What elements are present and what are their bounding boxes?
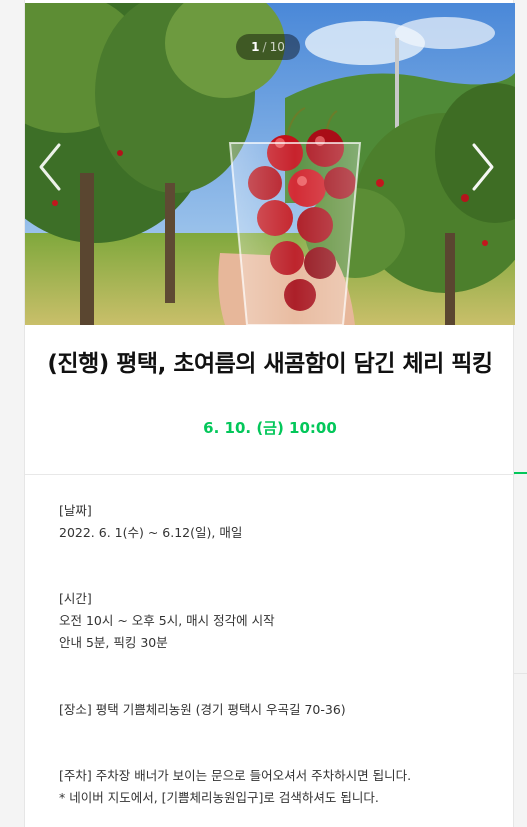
gallery-next-button[interactable] [462, 137, 502, 197]
event-title: (진행) 평택, 초여름의 새콤함이 담긴 체리 픽킹 [47, 351, 493, 377]
event-header: (진행) 평택, 초여름의 새콤함이 담긴 체리 픽킹 6. 10. (금) 1… [25, 325, 515, 475]
gallery-counter-separator: / [262, 40, 267, 54]
side-divider-line [514, 673, 527, 674]
time-line-2: 안내 5분, 픽킹 30분 [59, 635, 168, 650]
gallery-counter: 1/10 [236, 34, 300, 60]
gallery-prev-button[interactable] [31, 137, 71, 197]
parking-line-1: [주차] 주차장 배너가 보이는 문으로 들어오셔서 주차하시면 됩니다. [59, 768, 412, 783]
photo-gallery[interactable]: 1/10 [25, 3, 515, 325]
time-heading: [시간] [59, 591, 92, 606]
event-detail-card: 1/10 (진행) 평택, 초여름의 새콤함이 담긴 체리 픽킹 6. 10. … [24, 0, 515, 827]
chevron-right-icon [472, 143, 494, 191]
date-heading: [날짜] [59, 503, 92, 518]
gallery-total-count: 10 [269, 40, 285, 54]
parking-line-2: * 네이버 지도에서, [기쁨체리농원입구]로 검색하셔도 됩니다. [59, 790, 379, 805]
side-panel-edge [514, 0, 527, 827]
side-active-indicator [514, 472, 527, 474]
event-date: 6. 10. (금) 10:00 [203, 419, 337, 437]
date-value: 2022. 6. 1(수) ~ 6.12(일), 매일 [59, 525, 243, 540]
time-line-1: 오전 10시 ~ 오후 5시, 매시 정각에 시작 [59, 613, 275, 628]
gallery-current-index: 1 [251, 40, 260, 54]
place-line: [장소] 평택 기쁨체리농원 (경기 평택시 우곡길 70-36) [59, 702, 346, 717]
chevron-left-icon [39, 143, 61, 191]
